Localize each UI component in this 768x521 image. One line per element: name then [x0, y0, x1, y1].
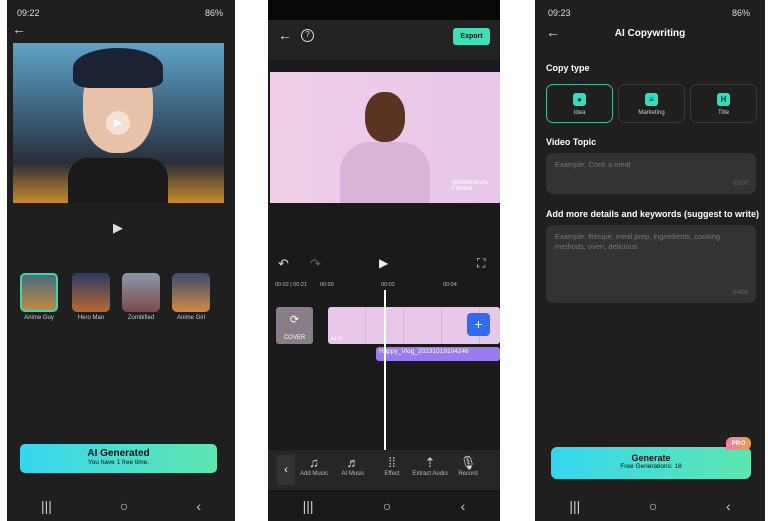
- play-icon[interactable]: ▶: [113, 220, 123, 236]
- button-title: AI Generated: [87, 448, 150, 459]
- tool-label: Add Music: [299, 471, 328, 477]
- recents-icon[interactable]: |||: [303, 498, 314, 514]
- cover-label: COVER: [283, 335, 306, 341]
- card-label: Idea: [573, 110, 586, 116]
- details-label: Add more details and keywords (suggest t…: [546, 209, 760, 219]
- music-add-icon: ♫: [309, 455, 319, 470]
- status-battery: 86%: [732, 8, 751, 18]
- status-time: 09:22: [17, 8, 40, 18]
- video-preview: Wondershare Filmora: [270, 72, 500, 203]
- pro-badge: PRO: [726, 437, 751, 450]
- ai-music-icon: ♬: [346, 455, 360, 470]
- placeholder: Example: Cook a meal: [555, 160, 631, 169]
- preview-image: ▶: [13, 43, 224, 203]
- copy-type-idea[interactable]: ● Idea: [546, 84, 613, 123]
- redo-icon[interactable]: ↷: [310, 256, 321, 272]
- tick-label: 00:04: [443, 282, 457, 288]
- recents-icon[interactable]: |||: [41, 498, 52, 514]
- card-label: Marketing: [638, 110, 665, 116]
- video-topic-input[interactable]: Example: Cook a meal 0/200: [546, 153, 756, 194]
- copy-type-marketing[interactable]: ≡ Marketing: [618, 84, 685, 123]
- back-icon[interactable]: ‹: [461, 498, 466, 514]
- style-zombified[interactable]: [122, 273, 160, 312]
- generate-button[interactable]: Generate Free Generations: 18: [551, 447, 751, 479]
- back-icon[interactable]: ‹: [196, 498, 201, 514]
- page-title: AI Copywriting: [614, 28, 686, 39]
- screen-video-editor: ← ? Export Wondershare Filmora ↶ ↷ ▶ ⛶ 0…: [268, 0, 500, 521]
- status-time: 09:23: [548, 8, 571, 18]
- recents-icon[interactable]: |||: [569, 498, 580, 514]
- generate-label: Generate: [631, 453, 671, 463]
- heading-icon: H: [717, 93, 730, 106]
- playhead[interactable]: [384, 290, 386, 450]
- microphone-icon: 🎙: [459, 455, 477, 470]
- undo-icon[interactable]: ↶: [278, 256, 289, 272]
- lightbulb-icon: ●: [573, 93, 586, 106]
- home-icon[interactable]: ○: [649, 498, 657, 514]
- style-label: Anime Girl: [176, 315, 205, 321]
- help-icon[interactable]: ?: [301, 29, 314, 42]
- play-overlay-icon[interactable]: ▶: [106, 111, 130, 135]
- details-textarea[interactable]: Example: Recipe, meal prep, ingredients,…: [546, 225, 756, 303]
- fullscreen-icon[interactable]: ⛶: [477, 256, 485, 271]
- android-nav-bar: ||| ○ ‹: [268, 491, 500, 521]
- style-anime-girl[interactable]: [172, 273, 210, 312]
- tick-label: 00:02: [381, 282, 395, 288]
- refresh-icon: ⟳: [289, 314, 300, 326]
- time-display: 00:02 | 00:21: [275, 282, 308, 288]
- video-topic-label: Video Topic: [546, 137, 597, 147]
- back-icon[interactable]: ‹: [726, 498, 731, 514]
- screen-ai-avatar: 09:22 86% ← ▶ ▶ Anime Guy Hero Man Zombi…: [7, 0, 235, 521]
- audio-clip-track[interactable]: Happy_Vlog_20231019104246: [376, 347, 500, 361]
- tool-ai-music[interactable]: ♬ AI Music: [331, 455, 375, 477]
- export-button[interactable]: Export: [453, 28, 490, 45]
- android-nav-bar: ||| ○ ‹: [7, 491, 235, 521]
- card-label: Title: [717, 110, 730, 116]
- copy-type-label: Copy type: [546, 63, 590, 73]
- watermark: Wondershare Filmora: [452, 180, 488, 192]
- clip-name: Happy_Vlog_20231019104246: [379, 348, 469, 355]
- style-label: Anime Guy: [24, 315, 54, 321]
- tick-label: 00:00: [320, 282, 334, 288]
- ai-generated-button[interactable]: AI Generated You have 1 free time.: [20, 444, 217, 473]
- style-anime-guy[interactable]: [20, 273, 58, 312]
- button-subtitle: You have 1 free time.: [87, 459, 150, 466]
- tool-record[interactable]: 🎙 Record: [446, 455, 490, 477]
- copy-type-title[interactable]: H Title: [690, 84, 757, 123]
- tool-label: Record: [458, 471, 478, 477]
- tool-label: Extract Audio: [412, 471, 448, 477]
- speed-label: x1.0: [331, 336, 343, 342]
- style-hero-man[interactable]: [72, 273, 110, 312]
- tool-label: AI Music: [341, 471, 365, 477]
- tool-add-music[interactable]: ♫ Add Music: [292, 455, 336, 477]
- document-icon: ≡: [645, 93, 658, 106]
- char-count: 0/200: [732, 180, 748, 187]
- add-clip-button[interactable]: +: [467, 313, 490, 336]
- generate-subtitle: Free Generations: 18: [620, 463, 682, 470]
- placeholder: Example: Recipe, meal prep, ingredients,…: [555, 232, 721, 252]
- cover-button[interactable]: ⟳ COVER: [276, 307, 313, 344]
- status-battery: 86%: [204, 8, 223, 18]
- char-count: 0/400: [732, 289, 748, 296]
- back-arrow-icon[interactable]: ←: [12, 21, 26, 37]
- tool-label: Effect: [384, 471, 400, 477]
- back-arrow-icon[interactable]: ←: [278, 27, 292, 43]
- android-nav-bar: ||| ○ ‹: [535, 491, 765, 521]
- home-icon[interactable]: ○: [383, 498, 391, 514]
- home-icon[interactable]: ○: [120, 498, 128, 514]
- play-icon[interactable]: ▶: [379, 256, 388, 270]
